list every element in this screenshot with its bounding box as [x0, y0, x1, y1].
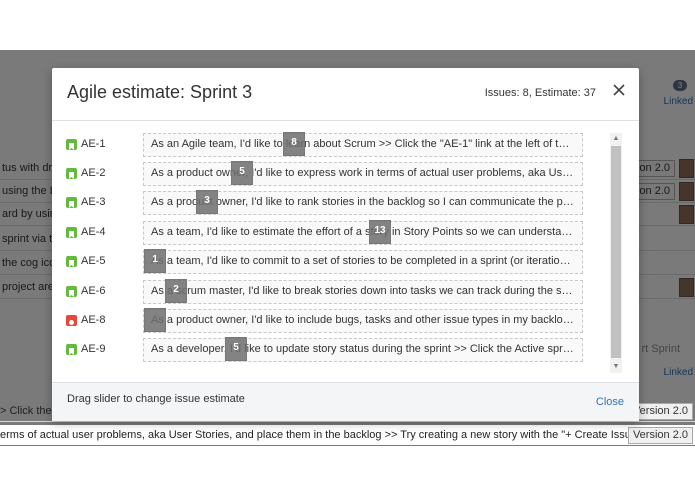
dialog-header: Agile estimate: Sprint 3 Issues: 8, Esti…	[52, 68, 639, 121]
issue-key[interactable]: AE-3	[81, 196, 105, 208]
estimate-slider-track[interactable]: As a developer, I'd like to update story…	[143, 337, 583, 362]
issue-summary: As a product owner, I'd like to include …	[151, 314, 575, 326]
issue-summary: As an Agile team, I'd like to learn abou…	[151, 138, 575, 150]
issue-row: AE-9 As a developer, I'd like to update s…	[66, 337, 586, 362]
issue-summary: As a developer, I'd like to update story…	[151, 343, 575, 355]
story-icon	[66, 227, 77, 238]
estimate-slider-track[interactable]: As a team, I'd like to estimate the effo…	[143, 220, 583, 245]
bg-table-row: erms of actual user problems, aka User S…	[0, 425, 695, 445]
issue-list: AE-1 As an Agile team, I'd like to learn …	[52, 121, 639, 382]
issue-summary: As a product owner, I'd like to express …	[151, 167, 575, 179]
agile-estimate-dialog: Agile estimate: Sprint 3 Issues: 8, Esti…	[52, 68, 639, 421]
issue-key[interactable]: AE-9	[81, 343, 105, 355]
estimate-slider-track[interactable]: As a team, I'd like to commit to a set o…	[143, 249, 583, 274]
issue-key[interactable]: AE-8	[81, 314, 105, 326]
issue-key[interactable]: AE-1	[81, 138, 105, 150]
issue-row: AE-6 As a scrum master, I'd like to break…	[66, 279, 586, 304]
issue-row: AE-4 As a team, I'd like to estimate the …	[66, 220, 586, 245]
dialog-title: Agile estimate: Sprint 3	[67, 82, 253, 102]
estimate-slider-handle[interactable]: 5	[225, 337, 247, 361]
scroll-down-arrow-icon[interactable]: ▼	[610, 361, 622, 373]
close-button[interactable]: Close	[596, 396, 624, 408]
bug-icon	[66, 315, 77, 326]
issue-summary: As a team, I'd like to commit to a set o…	[151, 255, 575, 267]
scrollbar-thumb[interactable]	[611, 146, 621, 358]
dialog-footer: Drag slider to change issue estimate Clo…	[52, 382, 639, 421]
estimate-slider-handle[interactable]: 5	[231, 161, 253, 185]
estimate-slider-handle[interactable]: 2	[165, 279, 187, 303]
issue-summary: As a team, I'd like to estimate the effo…	[151, 226, 575, 238]
issue-summary: As a scrum master, I'd like to break sto…	[151, 285, 575, 297]
estimate-slider-track[interactable]: As a product owner, I'd like to express …	[143, 161, 583, 186]
scrollbar[interactable]: ▲ ▼	[610, 133, 622, 373]
story-icon	[66, 168, 77, 179]
issue-row: AE-8 As a product owner, I'd like to incl…	[66, 308, 586, 333]
estimate-slider-track[interactable]: As a product owner, I'd like to include …	[143, 308, 583, 333]
story-icon	[66, 256, 77, 267]
issue-key[interactable]: AE-6	[81, 285, 105, 297]
bg-row-text: > Click the	[0, 405, 52, 417]
estimate-slider-handle[interactable]: 13	[369, 220, 391, 244]
issue-row: AE-2 As a product owner, I'd like to expr…	[66, 161, 586, 186]
close-icon[interactable]	[611, 82, 627, 98]
estimate-slider-handle[interactable]	[144, 308, 166, 332]
issue-row: AE-3 As a product owner, I'd like to rank…	[66, 190, 586, 215]
issue-row: AE-1 As an Agile team, I'd like to learn …	[66, 132, 586, 157]
issue-key[interactable]: AE-5	[81, 255, 105, 267]
story-icon	[66, 344, 77, 355]
estimate-slider-track[interactable]: As an Agile team, I'd like to learn abou…	[143, 132, 583, 157]
story-icon	[66, 197, 77, 208]
story-icon	[66, 139, 77, 150]
estimate-slider-handle[interactable]: 3	[196, 190, 218, 214]
estimate-slider-handle[interactable]: 8	[283, 132, 305, 156]
estimate-slider-handle[interactable]: 1	[144, 249, 166, 273]
drag-hint-text: Drag slider to change issue estimate	[67, 393, 245, 405]
scroll-up-arrow-icon[interactable]: ▲	[610, 133, 622, 145]
bg-version-badge: Version 2.0	[627, 427, 693, 444]
issue-key[interactable]: AE-2	[81, 167, 105, 179]
bg-row-text: erms of actual user problems, aka User S…	[0, 429, 632, 441]
story-icon	[66, 286, 77, 297]
issue-key[interactable]: AE-4	[81, 226, 105, 238]
issue-row: AE-5 As a team, I'd like to commit to a s…	[66, 249, 586, 274]
issues-estimate-summary: Issues: 8, Estimate: 37	[484, 87, 596, 99]
estimate-slider-track[interactable]: As a scrum master, I'd like to break sto…	[143, 279, 583, 304]
estimate-slider-track[interactable]: As a product owner, I'd like to rank sto…	[143, 190, 583, 215]
